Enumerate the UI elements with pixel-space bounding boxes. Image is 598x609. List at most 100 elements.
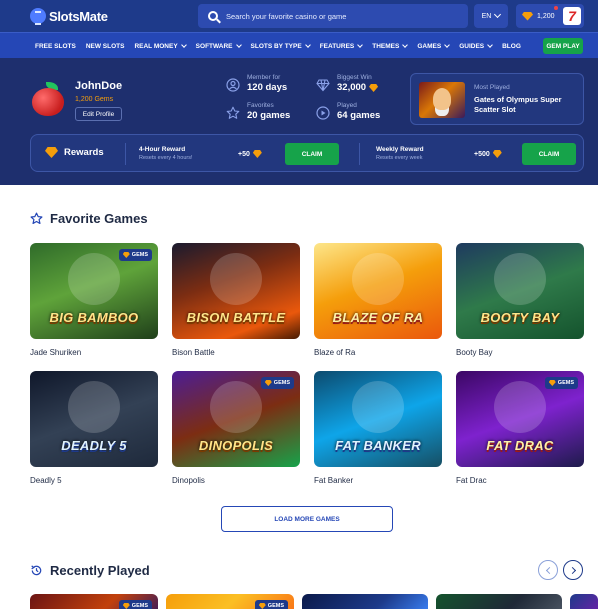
user-icon	[226, 78, 240, 92]
game-title[interactable]: Deadly 5	[30, 476, 158, 485]
gems-badge: GEMS	[260, 377, 294, 389]
most-played-card[interactable]: Most Played Gates of Olympus Super Scatt…	[410, 73, 584, 125]
profile-username: JohnDoe	[75, 80, 123, 92]
game-art-character	[68, 381, 120, 433]
gems-badge-label: GEMS	[267, 603, 284, 609]
nav-item-games[interactable]: Games	[412, 33, 454, 59]
nav-item-label: New Slots	[85, 42, 125, 50]
nav-item-guides[interactable]: Guides	[454, 33, 497, 59]
game-logo-text: BOOTY BAY	[480, 310, 560, 325]
game-thumbnail[interactable]: FAT BANKER	[314, 371, 442, 467]
chevron-down-icon	[444, 41, 451, 48]
recent-game-thumbnail[interactable]: GEMS	[166, 594, 294, 609]
nav-item-new-slots[interactable]: New Slots	[81, 33, 130, 59]
game-title[interactable]: Booty Bay	[456, 348, 584, 357]
chevron-left-icon	[545, 566, 553, 574]
nav-item-label: Blog	[502, 42, 521, 50]
site-logo[interactable]: SlotsMate	[30, 6, 108, 26]
reward-name: Weekly Reward	[376, 146, 424, 153]
recent-game-thumbnail[interactable]: GEMS	[30, 594, 158, 609]
game-art-character	[68, 253, 120, 305]
recent-game-thumbnail[interactable]	[302, 594, 428, 609]
game-art-character	[352, 381, 404, 433]
game-title[interactable]: Bison Battle	[172, 348, 300, 357]
gems-badge: GEMS	[544, 377, 578, 389]
game-card[interactable]: FAT DRAC GEMS Fat Drac	[456, 371, 584, 485]
stat-value: 32,000	[337, 82, 379, 94]
game-thumbnail[interactable]: BOOTY BAY	[456, 243, 584, 339]
game-thumbnail[interactable]: DEADLY 5	[30, 371, 158, 467]
gem-icon	[258, 603, 266, 609]
game-card[interactable]: BIG BAMBOO GEMS Jade Shuriken	[30, 243, 158, 357]
gems-badge: GEMS	[118, 249, 152, 261]
stat-label: Member for	[247, 74, 281, 81]
favorite-games-heading: Favorite Games	[30, 211, 148, 226]
claim-weekly-button[interactable]: CLAIM	[522, 143, 576, 165]
game-thumbnail[interactable]: FAT DRAC GEMS	[456, 371, 584, 467]
load-more-games-button[interactable]: LOAD MORE GAMES	[221, 506, 393, 532]
edit-profile-button[interactable]: Edit Profile	[75, 107, 122, 121]
nav-item-label: Real Money	[134, 42, 178, 50]
game-card[interactable]: BLAZE OF RA Blaze of Ra	[314, 243, 442, 357]
play-icon	[316, 106, 330, 120]
reward-sub: Resets every 4 hours!	[139, 155, 193, 161]
user-avatar-seven-icon[interactable]: 7	[563, 7, 581, 25]
game-thumbnail[interactable]: BISON BATTLE	[172, 243, 300, 339]
game-title[interactable]: Jade Shuriken	[30, 348, 158, 357]
chevron-down-icon	[180, 41, 187, 48]
recent-game-thumbnail[interactable]	[570, 594, 598, 609]
nav-item-free-slots[interactable]: Free Slots	[30, 33, 81, 59]
nav-item-label: Features	[319, 42, 355, 50]
rewards-title: Rewards	[45, 147, 104, 158]
language-selector[interactable]: EN	[474, 4, 508, 28]
avatar-apple	[32, 88, 64, 116]
main-nav: Free Slots New Slots Real Money Software Slo…	[0, 32, 598, 58]
recently-played-heading: Recently Played	[30, 563, 150, 578]
search-bar[interactable]	[198, 4, 468, 28]
game-card[interactable]: BOOTY BAY Booty Bay	[456, 243, 584, 357]
stat-played: Played 64 games	[316, 102, 380, 122]
gem-icon	[522, 11, 533, 21]
game-logo-text: DINOPOLIS	[198, 438, 274, 453]
game-title[interactable]: Fat Drac	[456, 476, 584, 485]
stat-label: Played	[337, 102, 357, 109]
nav-item-features[interactable]: Features	[315, 33, 368, 59]
game-card[interactable]: FAT BANKER Fat Banker	[314, 371, 442, 485]
carousel-next-button[interactable]	[563, 560, 583, 580]
search-input[interactable]	[226, 11, 446, 21]
game-title[interactable]: Fat Banker	[314, 476, 442, 485]
game-card[interactable]: DEADLY 5 Deadly 5	[30, 371, 158, 485]
game-title[interactable]: Dinopolis	[172, 476, 300, 485]
gem-play-button[interactable]: GEM PLAY	[543, 38, 583, 54]
gem-icon	[548, 380, 556, 386]
nav-item-label: Games	[417, 42, 442, 50]
notification-dot	[554, 6, 558, 10]
game-thumbnail[interactable]: DINOPOLIS GEMS	[172, 371, 300, 467]
game-art-character	[352, 253, 404, 305]
game-logo-text: BISON BATTLE	[186, 310, 286, 325]
carousel-prev-button[interactable]	[538, 560, 558, 580]
game-thumbnail[interactable]: BLAZE OF RA	[314, 243, 442, 339]
game-logo-text: FAT BANKER	[335, 438, 421, 453]
nav-item-blog[interactable]: Blog	[497, 33, 526, 59]
language-label: EN	[481, 12, 492, 20]
apple-avatar	[32, 82, 66, 116]
gems-balance-pill[interactable]: 1,200 7	[516, 4, 584, 28]
nav-item-real-money[interactable]: Real Money	[129, 33, 190, 59]
nav-item-slots-by-type[interactable]: Slots by Type	[246, 33, 315, 59]
divider	[359, 143, 360, 165]
game-title[interactable]: Blaze of Ra	[314, 348, 442, 357]
stat-value: 64 games	[337, 110, 381, 121]
nav-item-software[interactable]: Software	[191, 33, 246, 59]
most-played-thumbnail	[419, 82, 465, 118]
nav-item-themes[interactable]: Themes	[367, 33, 412, 59]
game-thumbnail[interactable]: BIG BAMBOO GEMS	[30, 243, 158, 339]
gem-icon	[252, 150, 262, 158]
profile-gems: 1,200 Gems	[75, 96, 114, 103]
logo-icon	[30, 8, 46, 25]
claim-4h-button[interactable]: CLAIM	[285, 143, 339, 165]
game-card[interactable]: DINOPOLIS GEMS Dinopolis	[172, 371, 300, 485]
recent-game-thumbnail[interactable]	[436, 594, 562, 609]
nav-item-label: Free Slots	[35, 42, 76, 50]
game-card[interactable]: BISON BATTLE Bison Battle	[172, 243, 300, 357]
